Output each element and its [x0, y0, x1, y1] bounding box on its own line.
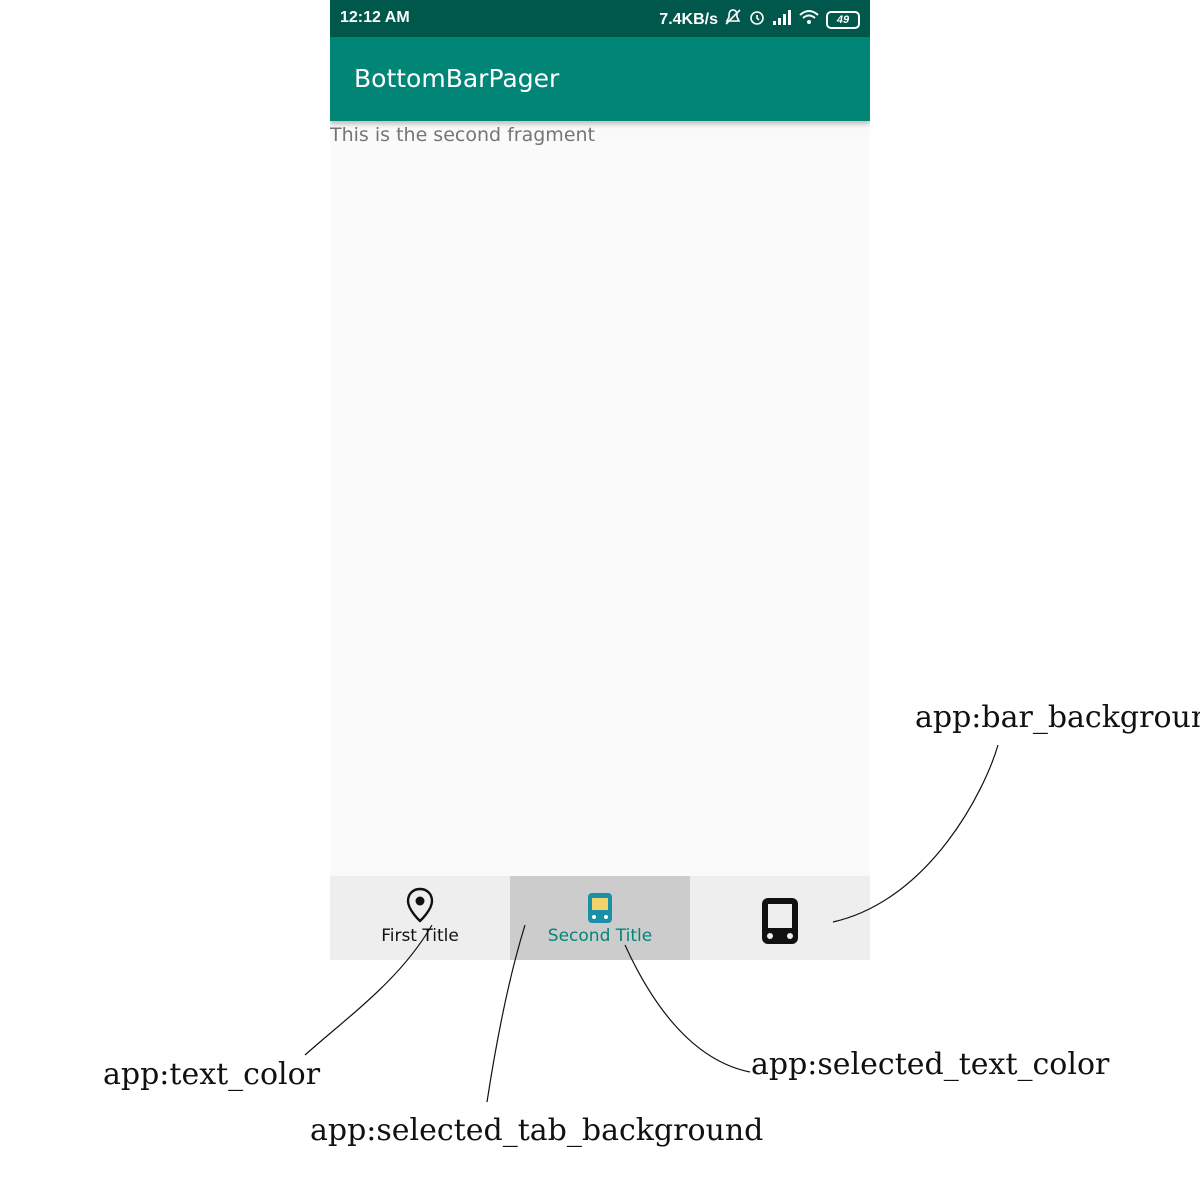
tram-icon [586, 890, 614, 931]
annotation-selected-text-color: app:selected_text_color [751, 1047, 1110, 1082]
app-title: BottomBarPager [354, 64, 560, 93]
phone-screen: 12:12 AM 7.4KB/s 49 BottomBarPager This … [330, 0, 870, 960]
battery-icon: 49 [826, 11, 860, 29]
tablet-icon [760, 892, 800, 951]
annotation-bar-background: app:bar_background [915, 700, 1200, 735]
status-time: 12:12 AM [340, 9, 410, 26]
tab-first-label: First Title [381, 926, 459, 946]
callout-line-selected-text-color [624, 944, 751, 1073]
alarm-icon [748, 8, 766, 32]
fragment-text: This is the second fragment [330, 124, 595, 146]
signal-icon [772, 9, 792, 31]
annotation-text-color: app:text_color [103, 1057, 321, 1092]
tab-first[interactable]: First Title [330, 876, 510, 960]
bottom-bar: First Title Second Title [330, 876, 870, 960]
map-pin-icon [405, 887, 435, 928]
app-bar: BottomBarPager [330, 37, 870, 121]
network-speed: 7.4KB/s [659, 11, 718, 28]
wifi-icon [798, 8, 820, 32]
status-bar: 12:12 AM 7.4KB/s 49 [330, 0, 870, 37]
annotation-selected-tab-background: app:selected_tab_background [310, 1113, 764, 1148]
tab-third[interactable] [690, 876, 870, 960]
tab-second-label: Second Title [547, 926, 653, 946]
bell-off-icon [724, 8, 742, 32]
tab-second[interactable]: Second Title [510, 876, 690, 960]
status-icons: 7.4KB/s 49 [659, 8, 860, 32]
